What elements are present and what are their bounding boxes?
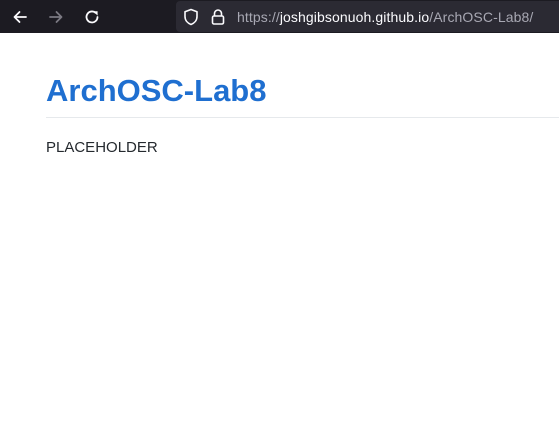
url-path: /ArchOSC-Lab8/ [429,9,534,25]
url-text[interactable]: https://joshgibsonuoh.github.io/ArchOSC-… [237,8,533,26]
url-scheme: https:// [237,9,280,25]
page-title: ArchOSC-Lab8 [46,73,267,108]
browser-toolbar: https://joshgibsonuoh.github.io/ArchOSC-… [0,0,559,33]
forward-button[interactable] [42,3,70,31]
back-arrow-icon [11,8,29,26]
url-domain: joshgibsonuoh.github.io [279,9,430,25]
shield-icon[interactable] [182,8,200,26]
title-divider [46,117,559,118]
body-text: PLACEHOLDER [46,139,158,156]
lock-icon[interactable] [209,8,227,26]
page-content: ArchOSC-Lab8 PLACEHOLDER [0,33,559,429]
forward-arrow-icon [47,8,65,26]
reload-button[interactable] [78,3,106,31]
reload-icon [83,8,101,26]
address-bar[interactable]: https://joshgibsonuoh.github.io/ArchOSC-… [176,1,559,32]
back-button[interactable] [6,3,34,31]
